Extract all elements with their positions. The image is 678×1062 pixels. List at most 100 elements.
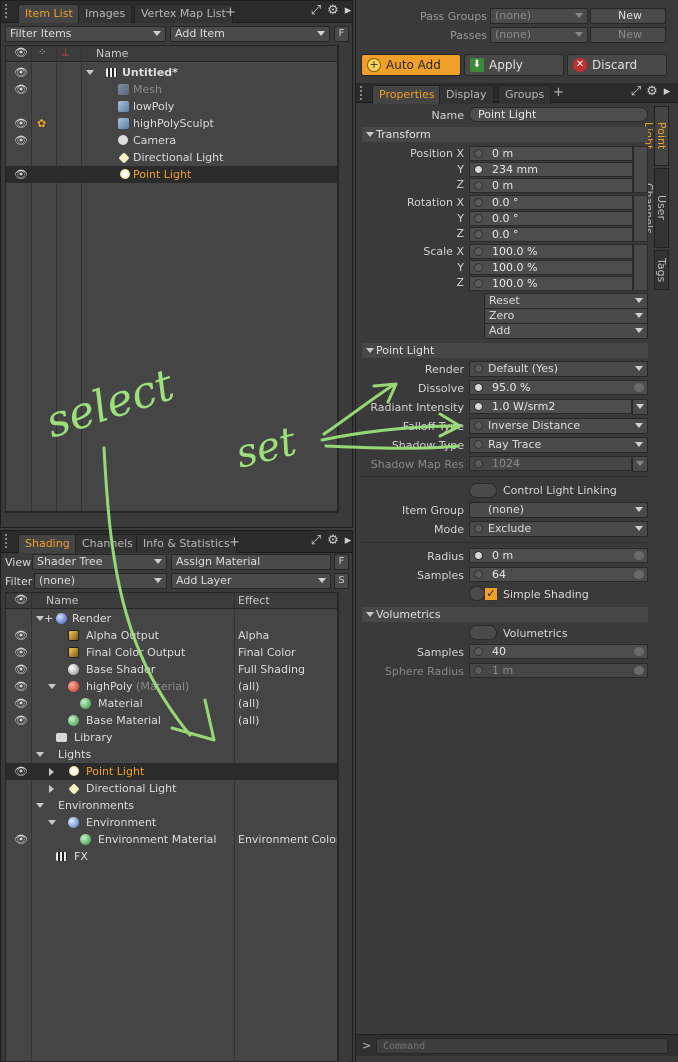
filter-dropdown[interactable]: (none) [34, 573, 167, 589]
position-x-field[interactable]: 0 m [469, 146, 633, 161]
volumetrics-toggle[interactable] [469, 625, 497, 640]
add-tab-icon[interactable]: + [229, 534, 240, 552]
visibility-eye-icon[interactable]: 👁 [14, 763, 28, 780]
keyframe-dot-icon[interactable] [474, 198, 483, 207]
tab-images[interactable]: Images [78, 4, 133, 23]
tab-channels[interactable]: Channels [75, 534, 140, 553]
gear-icon[interactable]: ⚙ [326, 534, 340, 548]
simple-shading-dot[interactable] [469, 586, 485, 601]
expand-icon[interactable]: ⤢ [309, 4, 323, 18]
shader-row-highpoly[interactable]: 👁 highPoly (Material) (all) [6, 678, 337, 695]
simple-shading-checkbox[interactable]: ✓ [484, 587, 498, 601]
vtab-point-light[interactable]: Point Light [642, 106, 669, 166]
visibility-eye-icon[interactable]: 👁 [14, 166, 28, 183]
vtab-tags[interactable]: Tags [654, 250, 669, 290]
keyframe-dot-icon[interactable] [474, 524, 483, 533]
gear-icon[interactable]: ⚙ [645, 85, 659, 99]
keyframe-dot-icon[interactable] [474, 364, 483, 373]
radiant-unit-dropdown[interactable] [632, 399, 648, 415]
view-dropdown[interactable]: Shader Tree [32, 554, 167, 570]
shader-row-environments[interactable]: Environments [6, 797, 337, 814]
item-tree-scrollbar[interactable] [338, 45, 350, 512]
pass-groups-dropdown[interactable]: (none) [490, 8, 588, 24]
shader-row-base-shader[interactable]: 👁 Base Shader Full Shading [6, 661, 337, 678]
tab-item-list[interactable]: Item List [18, 4, 80, 23]
dissolve-field[interactable]: 95.0 % [469, 380, 648, 395]
visibility-eye-icon[interactable]: 👁 [14, 627, 28, 644]
visibility-eye-icon[interactable]: 👁 [14, 695, 28, 712]
filter-items-dropdown[interactable]: Filter Items [5, 26, 166, 42]
expand-icon[interactable]: ⤢ [629, 85, 643, 99]
assign-material-button[interactable]: Assign Material [171, 554, 331, 570]
add-tab-icon[interactable]: + [225, 4, 236, 22]
point-light-section-header[interactable]: Point Light [362, 343, 648, 358]
item-row-mesh[interactable]: 👁 Mesh [6, 81, 337, 98]
shader-row-final-color[interactable]: 👁 Final Color Output Final Color [6, 644, 337, 661]
shadow-map-res-dropdown[interactable] [632, 456, 648, 472]
panel-grip-icon[interactable] [5, 4, 13, 18]
shadow-type-dropdown[interactable]: Ray Trace [469, 437, 648, 453]
visibility-eye-icon[interactable]: 👁 [14, 661, 28, 678]
reset-dropdown[interactable]: Reset [484, 293, 648, 309]
vtab-user-channels[interactable]: User Channels [642, 168, 669, 248]
item-row-camera[interactable]: 👁 Camera [6, 132, 337, 149]
item-row-untitled[interactable]: 👁 Untitled* [6, 64, 337, 81]
keyframe-dot-icon[interactable] [474, 149, 483, 158]
shader-row-point-light[interactable]: 👁 Point Light [6, 763, 337, 780]
keyframe-dot-icon[interactable] [474, 421, 483, 430]
item-tree-hscrollbar[interactable] [5, 512, 338, 522]
panel-grip-icon[interactable] [5, 534, 13, 548]
item-row-lowpoly[interactable]: lowPoly [6, 98, 337, 115]
shading-s-button[interactable]: S [334, 573, 349, 589]
scale-x-field[interactable]: 100.0 % [469, 244, 633, 259]
add-tab-icon[interactable]: + [553, 84, 564, 102]
passes-dropdown[interactable]: (none) [490, 27, 588, 43]
keyframe-dot-icon[interactable] [474, 402, 483, 411]
shader-row-lights[interactable]: Lights [6, 746, 337, 763]
scale-link-icon[interactable] [633, 244, 648, 291]
samples-field[interactable]: 64 [469, 567, 648, 582]
rotation-y-field[interactable]: 0.0 ° [469, 211, 633, 226]
auto-add-button[interactable]: + Auto Add [361, 54, 461, 76]
shader-row-environment[interactable]: Environment [6, 814, 337, 831]
keyframe-dot-icon[interactable] [474, 247, 483, 256]
falloff-type-dropdown[interactable]: Inverse Distance [469, 418, 648, 434]
shader-row-material[interactable]: 👁 Material (all) [6, 695, 337, 712]
keyframe-dot-icon[interactable] [474, 551, 483, 560]
shader-row-fx[interactable]: FX [6, 848, 337, 865]
tab-vertex-map-list[interactable]: Vertex Map List [134, 4, 233, 23]
visibility-eye-icon[interactable]: 👁 [14, 831, 28, 848]
tab-shading[interactable]: Shading [18, 534, 77, 553]
panel-arrow-icon[interactable]: ▸ [341, 534, 355, 548]
keyframe-dot-icon[interactable] [474, 165, 483, 174]
tab-info-statistics[interactable]: Info & Statistics [136, 534, 237, 553]
add-item-dropdown[interactable]: Add Item [170, 26, 330, 42]
keyframe-dot-icon[interactable] [474, 214, 483, 223]
add-layer-dropdown[interactable]: Add Layer [171, 573, 331, 589]
keyframe-dot-icon[interactable] [474, 230, 483, 239]
radius-field[interactable]: 0 m [469, 548, 648, 563]
volumetrics-section-header[interactable]: Volumetrics [362, 607, 648, 622]
new-pass-group-button[interactable]: New [590, 8, 666, 24]
visibility-eye-icon[interactable]: 👁 [14, 712, 28, 729]
item-row-directional-light[interactable]: Directional Light [6, 149, 337, 166]
apply-button[interactable]: ⬇ Apply [464, 54, 564, 76]
rotation-z-field[interactable]: 0.0 ° [469, 227, 633, 242]
tab-groups[interactable]: Groups [498, 85, 552, 104]
keyframe-dot-icon[interactable] [474, 666, 483, 675]
lock-icon[interactable]: ✿ [37, 115, 46, 132]
keyframe-dot-icon[interactable] [474, 263, 483, 272]
expand-icon[interactable]: ⤢ [309, 534, 323, 548]
shader-tree-scrollbar[interactable] [338, 592, 350, 1062]
mode-dropdown[interactable]: Exclude [469, 521, 648, 537]
zero-dropdown[interactable]: Zero [484, 308, 648, 324]
discard-button[interactable]: ✕ Discard [567, 54, 667, 76]
visibility-eye-icon[interactable]: 👁 [14, 644, 28, 661]
rotation-x-field[interactable]: 0.0 ° [469, 195, 633, 210]
item-group-dropdown[interactable]: (none) [469, 502, 648, 518]
new-pass-button[interactable]: New [590, 27, 666, 43]
visibility-eye-icon[interactable]: 👁 [14, 132, 28, 149]
control-light-linking-toggle[interactable] [469, 483, 497, 498]
name-field[interactable]: Point Light [469, 107, 648, 122]
tab-display[interactable]: Display [439, 85, 494, 104]
